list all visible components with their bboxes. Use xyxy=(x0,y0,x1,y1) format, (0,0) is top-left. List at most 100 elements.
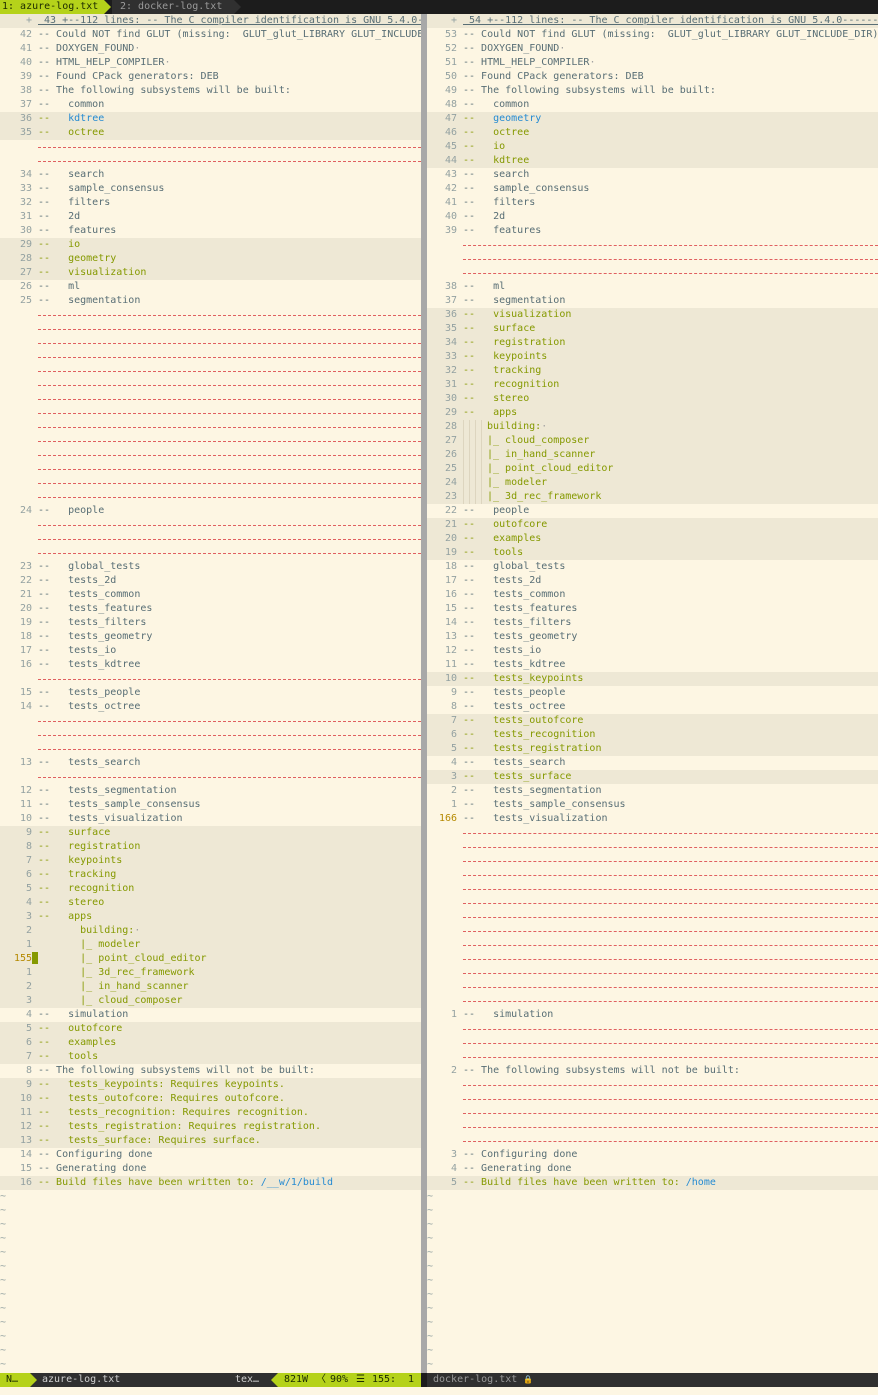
filler-line[interactable] xyxy=(427,840,878,854)
filler-line[interactable] xyxy=(0,420,421,434)
diff-line[interactable]: 24 -- people xyxy=(0,504,421,518)
diff-line[interactable]: 50 -- Found CPack generators: DEB xyxy=(427,70,878,84)
filler-line[interactable] xyxy=(427,966,878,980)
diff-line[interactable]: 40 -- HTML_HELP_COMPILER· xyxy=(0,56,421,70)
diff-line[interactable]: 33 -- sample_consensus xyxy=(0,182,421,196)
diff-line[interactable]: 1 |_ 3d_rec_framework xyxy=(0,966,421,980)
diff-line[interactable]: 28 -- geometry xyxy=(0,252,421,266)
diff-line[interactable]: 47 -- geometry xyxy=(427,112,878,126)
left-diff-pane[interactable]: + 43 +--112 lines: -- The C compiler ide… xyxy=(0,14,421,1373)
diff-line[interactable]: 7 -- keypoints xyxy=(0,854,421,868)
diff-line[interactable]: 4 -- stereo xyxy=(0,896,421,910)
diff-line[interactable]: 32 -- filters xyxy=(0,196,421,210)
diff-line[interactable]: 5 -- recognition xyxy=(0,882,421,896)
filler-line[interactable] xyxy=(427,1050,878,1064)
diff-line[interactable]: 51 -- HTML_HELP_COMPILER· xyxy=(427,56,878,70)
filler-line[interactable] xyxy=(427,1106,878,1120)
diff-line[interactable]: 38 -- ml xyxy=(427,280,878,294)
diff-line[interactable]: 13 -- tests_search xyxy=(0,756,421,770)
diff-line[interactable]: 39 -- features xyxy=(427,224,878,238)
diff-line[interactable]: 38 -- The following subsystems will be bu… xyxy=(0,84,421,98)
filler-line[interactable] xyxy=(0,336,421,350)
diff-line[interactable]: 1 |_ modeler xyxy=(0,938,421,952)
diff-line[interactable]: 10 -- tests_keypoints xyxy=(427,672,878,686)
diff-line[interactable]: 10 -- tests_outofcore: Requires outofcore… xyxy=(0,1092,421,1106)
diff-line[interactable]: 13 -- tests_surface: Requires surface. xyxy=(0,1134,421,1148)
diff-line[interactable]: 6 -- examples xyxy=(0,1036,421,1050)
filler-line[interactable] xyxy=(427,1078,878,1092)
diff-line[interactable]: 9 -- tests_keypoints: Requires keypoints. xyxy=(0,1078,421,1092)
diff-line[interactable]: 166 -- tests_visualization xyxy=(427,812,878,826)
diff-line[interactable]: 12 -- tests_segmentation xyxy=(0,784,421,798)
filler-line[interactable] xyxy=(0,728,421,742)
diff-line[interactable]: 44 -- kdtree xyxy=(427,154,878,168)
diff-line[interactable]: 15 -- tests_people xyxy=(0,686,421,700)
diff-line[interactable]: 30 -- stereo xyxy=(427,392,878,406)
right-diff-pane[interactable]: + 54 +--112 lines: -- The C compiler ide… xyxy=(427,14,878,1373)
diff-line[interactable]: 4 -- simulation xyxy=(0,1008,421,1022)
diff-line[interactable]: 5 -- tests_registration xyxy=(427,742,878,756)
filler-line[interactable] xyxy=(0,308,421,322)
filler-line[interactable] xyxy=(427,1120,878,1134)
diff-line[interactable]: 37 -- common xyxy=(0,98,421,112)
diff-line[interactable]: 30 -- features xyxy=(0,224,421,238)
diff-line[interactable]: 14 -- Configuring done xyxy=(0,1148,421,1162)
filler-line[interactable] xyxy=(0,770,421,784)
diff-line[interactable]: 18 -- global_tests xyxy=(427,560,878,574)
filler-line[interactable] xyxy=(427,252,878,266)
diff-line[interactable]: 34 -- registration xyxy=(427,336,878,350)
diff-line[interactable]: 19 -- tests_filters xyxy=(0,616,421,630)
diff-line[interactable]: 9 -- surface xyxy=(0,826,421,840)
diff-line[interactable]: 21 -- tests_common xyxy=(0,588,421,602)
diff-line[interactable]: 15 -- tests_features xyxy=(427,602,878,616)
filler-line[interactable] xyxy=(427,910,878,924)
fold-line[interactable]: + 43 +--112 lines: -- The C compiler ide… xyxy=(0,14,421,28)
filler-line[interactable] xyxy=(0,434,421,448)
filler-line[interactable] xyxy=(0,322,421,336)
filler-line[interactable] xyxy=(0,532,421,546)
diff-line[interactable]: 26 -- ml xyxy=(0,280,421,294)
diff-line[interactable]: 2 |_ in_hand_scanner xyxy=(0,980,421,994)
diff-line[interactable]: 4 -- tests_search xyxy=(427,756,878,770)
diff-line[interactable]: 25 |_ point_cloud_editor xyxy=(427,462,878,476)
filler-line[interactable] xyxy=(427,896,878,910)
diff-line[interactable]: 53 -- Could NOT find GLUT (missing: GLUT_… xyxy=(427,28,878,42)
diff-line[interactable]: 31 -- recognition xyxy=(427,378,878,392)
diff-line[interactable]: 36 -- visualization xyxy=(427,308,878,322)
filler-line[interactable] xyxy=(0,364,421,378)
tab-docker-log[interactable]: 2: docker-log.txt xyxy=(112,0,234,14)
diff-line[interactable]: 12 -- tests_registration: Requires regist… xyxy=(0,1120,421,1134)
filler-line[interactable] xyxy=(427,1022,878,1036)
filler-line[interactable] xyxy=(427,1092,878,1106)
filler-line[interactable] xyxy=(427,266,878,280)
diff-line[interactable]: 7 -- tests_outofcore xyxy=(427,714,878,728)
diff-line[interactable]: 3 -- Configuring done xyxy=(427,1148,878,1162)
filler-line[interactable] xyxy=(427,1036,878,1050)
filler-line[interactable] xyxy=(0,406,421,420)
diff-line[interactable]: 35 -- surface xyxy=(427,322,878,336)
filler-line[interactable] xyxy=(0,518,421,532)
diff-line[interactable]: 21 -- outofcore xyxy=(427,518,878,532)
diff-line[interactable]: 17 -- tests_io xyxy=(0,644,421,658)
diff-line[interactable]: 16 -- tests_kdtree xyxy=(0,658,421,672)
diff-line[interactable]: 8 -- tests_octree xyxy=(427,700,878,714)
diff-line[interactable]: 6 -- tracking xyxy=(0,868,421,882)
fold-line[interactable]: + 54 +--112 lines: -- The C compiler ide… xyxy=(427,14,878,28)
diff-line[interactable]: 29 -- io xyxy=(0,238,421,252)
diff-line[interactable]: 20 -- examples xyxy=(427,532,878,546)
filler-line[interactable] xyxy=(427,924,878,938)
diff-line[interactable]: 25 -- segmentation xyxy=(0,294,421,308)
diff-line[interactable]: 5 -- Build files have been written to: /h… xyxy=(427,1176,878,1190)
diff-line[interactable]: 23 |_ 3d_rec_framework xyxy=(427,490,878,504)
filler-line[interactable] xyxy=(427,854,878,868)
diff-line[interactable]: 39 -- Found CPack generators: DEB xyxy=(0,70,421,84)
diff-line[interactable]: 16 -- tests_common xyxy=(427,588,878,602)
diff-line[interactable]: 1 -- simulation xyxy=(427,1008,878,1022)
diff-line[interactable]: 29 -- apps xyxy=(427,406,878,420)
diff-line[interactable]: 43 -- search xyxy=(427,168,878,182)
diff-line[interactable]: 27 |_ cloud_composer xyxy=(427,434,878,448)
diff-line[interactable]: 155 |_ point_cloud_editor xyxy=(0,952,421,966)
diff-line[interactable]: 8 -- The following subsystems will not be… xyxy=(0,1064,421,1078)
filler-line[interactable] xyxy=(0,448,421,462)
diff-line[interactable]: 49 -- The following subsystems will be bu… xyxy=(427,84,878,98)
